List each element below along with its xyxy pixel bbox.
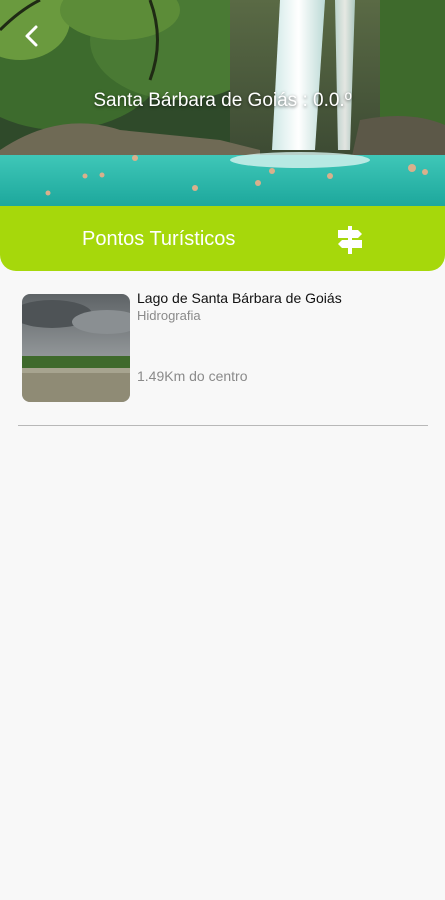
signpost-icon [338, 226, 362, 254]
section-title: Pontos Turísticos [82, 228, 236, 250]
section-header: Pontos Turísticos [0, 206, 445, 271]
signpost-button[interactable] [334, 224, 366, 256]
lake-image [22, 294, 130, 402]
spot-distance: 1.49Km do centro [137, 368, 248, 384]
spot-name: Lago de Santa Bárbara de Goiás [137, 290, 342, 306]
lake-thumbnail [22, 294, 130, 402]
back-button[interactable] [16, 20, 48, 52]
chevron-left-icon [25, 25, 38, 47]
page-title: Santa Bárbara de Goiás : 0.0.º [93, 90, 352, 111]
spot-category: Hidrografia [137, 308, 201, 323]
list-item[interactable]: Lago de Santa Bárbara de Goiás Hidrograf… [0, 290, 445, 427]
tourist-spots-list: Lago de Santa Bárbara de Goiás Hidrograf… [0, 290, 445, 427]
divider [18, 425, 428, 426]
hero-banner: Santa Bárbara de Goiás : 0.0.º [0, 0, 445, 210]
